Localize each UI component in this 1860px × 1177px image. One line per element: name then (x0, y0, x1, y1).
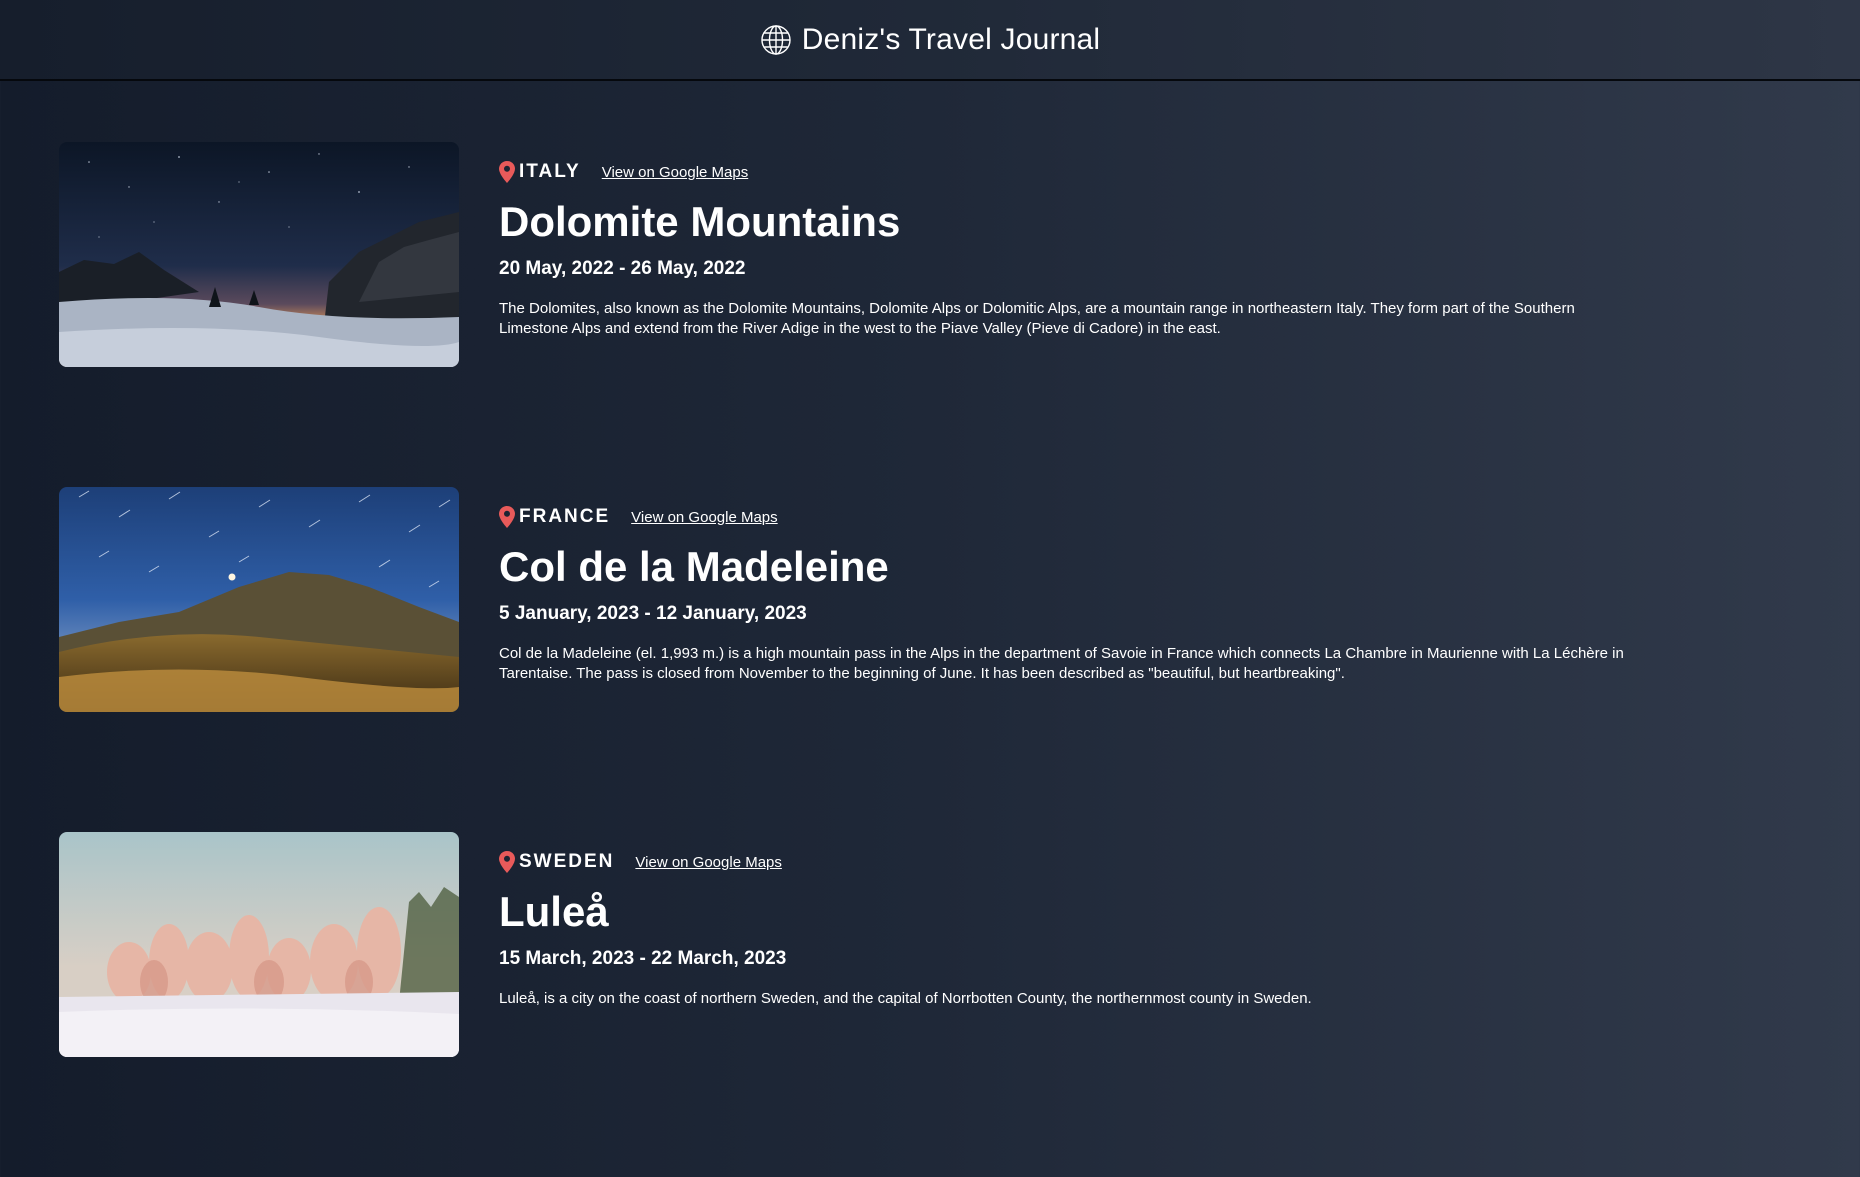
country-label: ITALY (519, 161, 581, 182)
journal-entry: FRANCE View on Google Maps Col de la Mad… (0, 487, 1860, 832)
google-maps-link[interactable]: View on Google Maps (631, 509, 777, 526)
location-row: SWEDEN View on Google Maps (499, 850, 1659, 874)
location-pin-icon (499, 506, 515, 528)
entry-photo-lulea (59, 832, 459, 1057)
journal-entry: ITALY View on Google Maps Dolomite Mount… (0, 142, 1860, 487)
journal-entry: SWEDEN View on Google Maps Luleå 15 Marc… (0, 832, 1860, 1177)
entry-title: Luleå (499, 888, 609, 935)
location-row: FRANCE View on Google Maps (499, 505, 1659, 529)
location-pin-icon (499, 161, 515, 183)
entry-description: Col de la Madeleine (el. 1,993 m.) is a … (499, 645, 1624, 682)
country-label: SWEDEN (519, 851, 615, 872)
entry-photo-dolomites (59, 142, 459, 367)
location-row: ITALY View on Google Maps (499, 160, 1659, 184)
entry-title: Col de la Madeleine (499, 543, 889, 590)
country-label: FRANCE (519, 506, 611, 527)
entry-description: Luleå, is a city on the coast of norther… (499, 990, 1312, 1007)
location-pin-icon (499, 851, 515, 873)
globe-icon (760, 24, 792, 56)
entry-dates: 15 March, 2023 - 22 March, 2023 (499, 948, 787, 969)
page-header: Deniz's Travel Journal (0, 0, 1860, 81)
entry-info: FRANCE View on Google Maps Col de la Mad… (499, 487, 1659, 684)
journal-entries: ITALY View on Google Maps Dolomite Mount… (0, 81, 1860, 1177)
entry-info: SWEDEN View on Google Maps Luleå 15 Marc… (499, 832, 1659, 1009)
google-maps-link[interactable]: View on Google Maps (635, 854, 781, 871)
entry-description: The Dolomites, also known as the Dolomit… (499, 300, 1575, 337)
entry-photo-madeleine (59, 487, 459, 712)
entry-info: ITALY View on Google Maps Dolomite Mount… (499, 142, 1659, 339)
google-maps-link[interactable]: View on Google Maps (602, 164, 748, 181)
entry-dates: 5 January, 2023 - 12 January, 2023 (499, 603, 807, 624)
page-title: Deniz's Travel Journal (801, 22, 1101, 56)
entry-title: Dolomite Mountains (499, 198, 901, 245)
entry-dates: 20 May, 2022 - 26 May, 2022 (499, 258, 746, 279)
